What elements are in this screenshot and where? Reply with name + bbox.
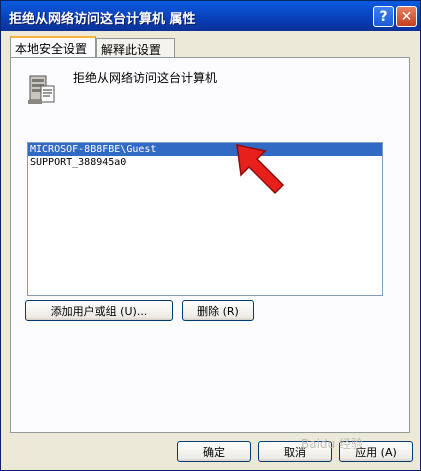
policy-title: 拒绝从网络访问这台计算机 — [73, 71, 218, 85]
list-item-support[interactable]: SUPPORT_388945a0 — [28, 156, 382, 169]
account-list[interactable]: MICROSOF-8B8FBE\Guest SUPPORT_388945a0 — [27, 142, 383, 296]
tab-local-security-setting[interactable]: 本地安全设置 — [10, 36, 96, 57]
red-arrow-icon — [236, 144, 285, 195]
tab-panel: 拒绝从网络访问这台计算机 MICROSOF-8B8FBE\Guest SUPPO… — [10, 57, 410, 433]
properties-dialog: 拒绝从网络访问这台计算机 属性 ? ✕ 本地安全设置 解释此设置 拒绝从网络访问… — [0, 0, 421, 471]
help-button[interactable]: ? — [373, 6, 394, 27]
close-button[interactable]: ✕ — [396, 6, 417, 27]
server-policy-icon — [28, 75, 55, 104]
remove-button[interactable]: 删除 (R) — [182, 300, 254, 321]
add-user-or-group-button[interactable]: 添加用户或组 (U)... — [25, 300, 173, 321]
watermark: Baidu 经验 — [301, 437, 363, 451]
list-item-guest[interactable]: MICROSOF-8B8FBE\Guest — [28, 143, 382, 156]
window-title: 拒绝从网络访问这台计算机 属性 — [9, 12, 196, 27]
ok-button[interactable]: 确定 — [177, 441, 251, 462]
tab-explain-setting[interactable]: 解释此设置 — [96, 38, 175, 57]
title-bar[interactable]: 拒绝从网络访问这台计算机 属性 ? ✕ — [1, 1, 420, 31]
